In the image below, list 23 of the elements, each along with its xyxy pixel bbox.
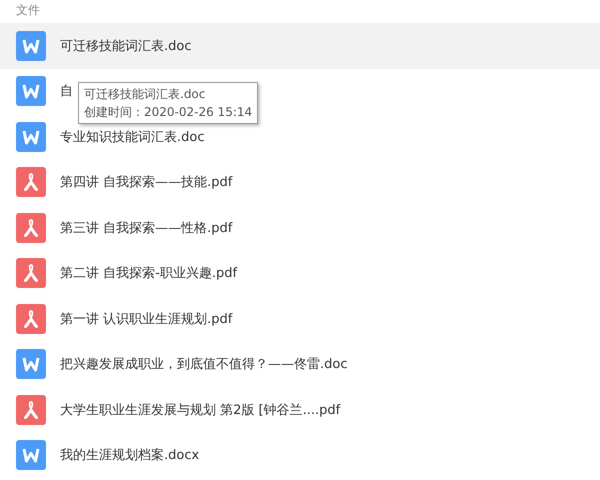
file-name: 我的生涯规划档案.docx — [60, 447, 200, 464]
word-document-icon — [16, 30, 46, 61]
file-name: 专业知识技能词汇表.doc — [60, 128, 204, 146]
pdf-document-icon — [16, 304, 46, 334]
file-name: 第一讲 认识职业生涯规划.pdf — [60, 310, 232, 328]
file-name: 自 — [60, 83, 73, 100]
pdf-document-icon — [16, 394, 46, 425]
file-name: 可迁移技能词汇表.doc — [60, 38, 192, 55]
file-name: 大学生职业生涯发展与规划 第2版 [钟谷兰....pdf — [60, 402, 340, 419]
tooltip-created-time: 创建时间：2020-02-26 15:14 — [84, 104, 252, 121]
row-highlight[interactable] — [0, 23, 600, 68]
tooltip-title: 可迁移技能词汇表.doc — [84, 86, 206, 103]
file-name: 第四讲 自我探索——技能.pdf — [60, 174, 232, 192]
word-document-icon — [16, 349, 46, 380]
file-name: 把兴趣发展成职业，到底值不值得？——佟雷.doc — [60, 356, 348, 374]
pdf-document-icon — [16, 212, 46, 243]
pdf-document-icon — [16, 167, 46, 198]
word-document-icon — [16, 122, 46, 152]
word-document-icon — [16, 440, 46, 470]
word-document-icon — [16, 76, 46, 106]
pdf-document-icon — [16, 258, 46, 288]
file-name: 第三讲 自我探索——性格.pdf — [60, 220, 232, 237]
file-name: 第二讲 自我探索-职业兴趣.pdf — [60, 265, 238, 282]
